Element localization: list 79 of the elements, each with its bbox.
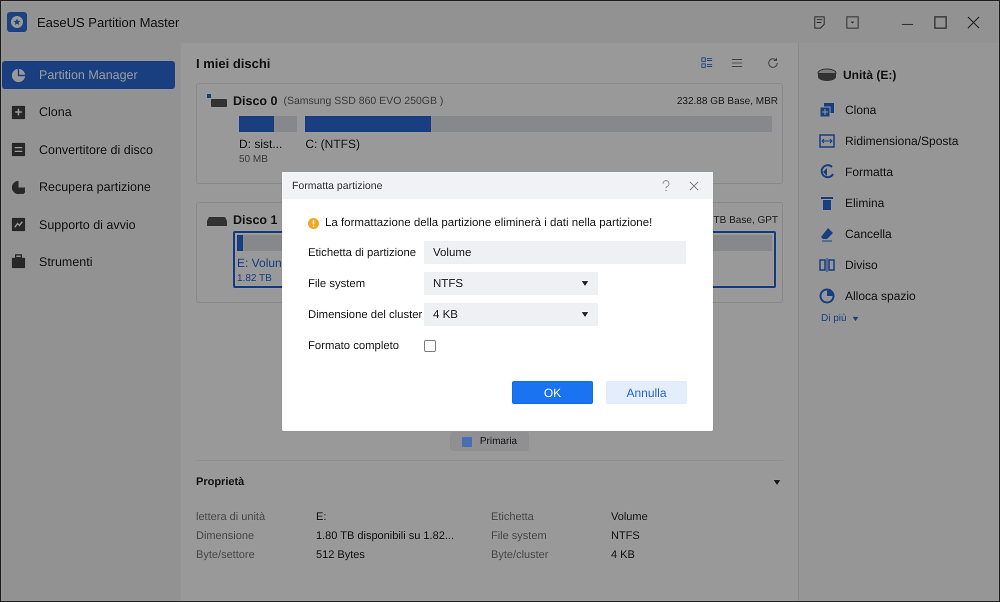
property-label: lettera di unità — [196, 511, 266, 523]
property-label: Byte/cluster — [491, 549, 550, 561]
drive-icon — [207, 94, 227, 108]
drive-icon — [817, 67, 837, 83]
select-dropdown[interactable]: 4 KB — [424, 303, 598, 326]
caret-icon — [581, 280, 589, 287]
list-view-icon[interactable] — [731, 57, 743, 69]
dropdown-box-icon[interactable] — [845, 14, 860, 30]
warning-message: La formattazione della partizione eliminerà i dati nella partizione! — [325, 217, 652, 229]
action-icon — [819, 256, 835, 272]
maximize-icon[interactable] — [933, 14, 948, 30]
disk-info: TB Base, GPT — [714, 214, 778, 226]
field-label: Etichetta di partizione — [308, 246, 418, 258]
window-title: EaseUS Partition Master — [37, 14, 180, 30]
property-label: File system — [491, 530, 548, 542]
help-icon[interactable] — [661, 180, 671, 192]
action-icon — [819, 164, 835, 180]
action-icon — [819, 102, 835, 118]
refresh-icon[interactable] — [767, 57, 779, 69]
action-item[interactable]: Clona — [817, 94, 999, 125]
disk-info: 232.88 GB Base, MBR — [676, 96, 778, 106]
disk-name: Disco 0 — [233, 94, 278, 108]
dialog-title: Formatta partizione — [292, 180, 382, 192]
close-icon[interactable] — [689, 180, 699, 192]
property-label: Byte/settore — [196, 549, 256, 561]
cancel-button[interactable]: Annulla — [606, 381, 687, 404]
grid-view-icon[interactable] — [701, 57, 713, 69]
partition-size: 50 MB — [239, 154, 268, 165]
checkbox[interactable] — [424, 340, 436, 352]
action-item[interactable]: Alloca spazio — [817, 280, 999, 311]
legend-label: Primaria — [480, 436, 518, 447]
disk-model: (Samsung SSD 860 EVO 250GB ) — [283, 95, 444, 107]
action-icon — [819, 288, 835, 304]
ok-button[interactable]: OK — [512, 381, 593, 404]
action-item[interactable]: Formatta — [817, 156, 999, 187]
select-dropdown[interactable]: NTFS — [424, 272, 598, 295]
label-input-field[interactable]: Volume — [424, 241, 686, 264]
warning-icon — [308, 218, 319, 228]
field-label: Formato completo — [308, 340, 400, 352]
property-value: E: — [316, 511, 328, 523]
action-icon — [819, 132, 835, 148]
sidebar-item[interactable]: Strumenti — [2, 248, 175, 276]
action-item[interactable]: Elimina — [817, 187, 999, 218]
partition-block[interactable]: D: sist... 50 MB — [235, 112, 302, 169]
property-label: Etichetta — [491, 511, 535, 523]
sidebar-item[interactable]: Recupera partizione — [2, 173, 175, 202]
action-icon — [819, 226, 835, 242]
property-value: 4 KB — [611, 549, 636, 561]
partition-block[interactable]: C: (NTFS) — [301, 112, 776, 169]
app-logo-icon — [7, 12, 27, 32]
action-item[interactable]: Diviso — [817, 249, 999, 280]
action-icon — [819, 194, 835, 210]
property-value: Volume — [611, 511, 649, 523]
sidebar-item[interactable]: Supporto di avvio — [2, 210, 175, 239]
notes-icon[interactable] — [812, 14, 827, 30]
caret-icon — [852, 316, 859, 322]
property-value: 1.80 TB disponibili su 1.82... — [316, 530, 455, 542]
drive-title: Unità (E:) — [843, 68, 896, 82]
property-value: 512 Bytes — [316, 549, 366, 561]
partition-label: D: sist... — [239, 137, 282, 151]
disk-name: Disco 1 — [233, 213, 278, 227]
sidebar-item[interactable]: Partition Manager — [2, 61, 175, 89]
caret-icon — [581, 311, 589, 318]
close-icon[interactable] — [966, 14, 981, 30]
partition-size: 1.82 TB — [237, 273, 272, 284]
field-label: Dimensione del cluster — [308, 308, 424, 320]
more-link[interactable]: Di più — [817, 313, 859, 324]
action-item[interactable]: Cancella — [817, 218, 999, 249]
property-label: Dimensione — [196, 530, 256, 542]
caret-icon[interactable] — [773, 478, 781, 486]
action-item[interactable]: Ridimensiona/Sposta — [817, 125, 999, 156]
field-label: File system — [308, 278, 366, 290]
partition-label: C: (NTFS) — [305, 137, 360, 151]
properties-title: Proprietà — [196, 476, 244, 488]
section-title: I miei dischi — [196, 56, 270, 70]
sidebar-item[interactable]: Clona — [2, 98, 175, 126]
property-value: NTFS — [611, 530, 641, 542]
partition-label: E: Volun — [237, 256, 282, 270]
sidebar-item[interactable]: Convertitore di disco — [2, 136, 175, 164]
